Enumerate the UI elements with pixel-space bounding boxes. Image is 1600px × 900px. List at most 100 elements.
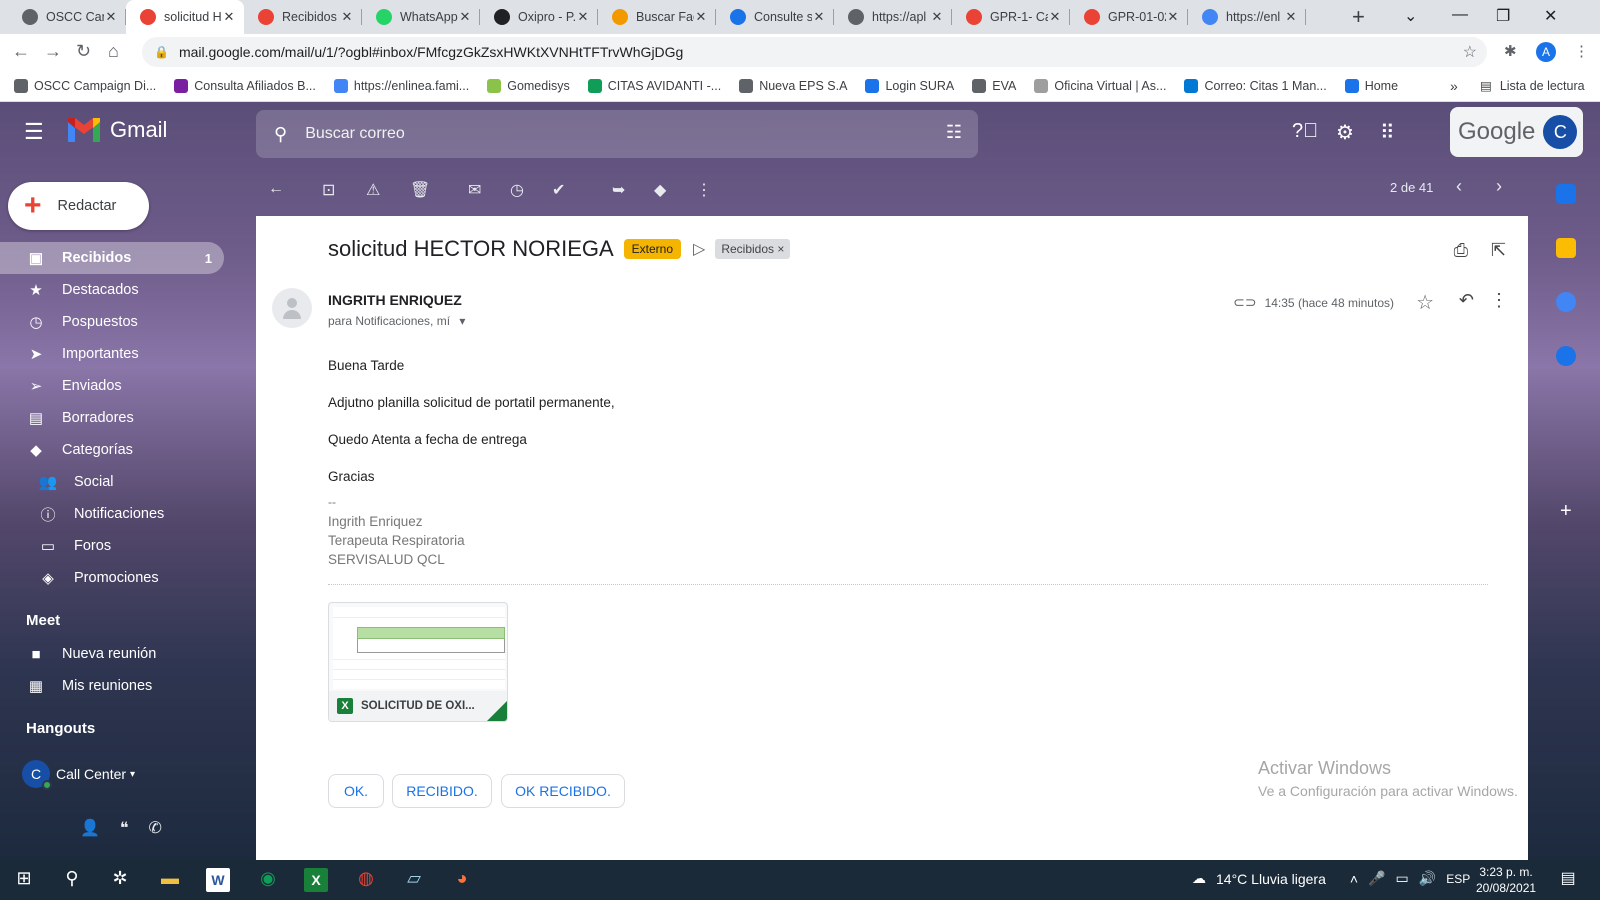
tab-close-icon[interactable]: ✕	[694, 9, 708, 25]
print-icon[interactable]: ⎙	[1454, 240, 1468, 261]
browser-menu-icon[interactable]: ⋮	[1574, 42, 1589, 60]
apps-grid-icon[interactable]: ⠿	[1380, 120, 1395, 145]
profile-avatar[interactable]: A	[1536, 42, 1556, 62]
word-icon[interactable]: W	[206, 868, 230, 892]
tab-close-icon[interactable]: ✕	[812, 9, 826, 25]
smart-reply-button[interactable]: OK.	[328, 774, 384, 808]
show-details-icon[interactable]: ▾	[459, 314, 465, 328]
notepad-icon[interactable]: ▱	[402, 868, 426, 892]
bookmark-item[interactable]: CITAS AVIDANTI -...	[587, 78, 721, 93]
browser-tab[interactable]: Oxipro - P. ✕	[480, 0, 598, 34]
search-input[interactable]	[305, 125, 866, 143]
report-spam-icon[interactable]: ⚠	[366, 180, 380, 200]
reload-icon[interactable]: ↻	[76, 41, 91, 62]
sidebar-item-social[interactable]: 👥 Social	[0, 466, 224, 498]
contacts-panel-icon[interactable]	[1556, 346, 1576, 366]
url-field[interactable]: 🔒 mail.google.com/mail/u/1/?ogbl#inbox/F…	[142, 37, 1487, 67]
extensions-icon[interactable]: ✱	[1504, 42, 1517, 60]
sidebar-item-categorías[interactable]: ◆ Categorías	[0, 434, 224, 466]
browser-tab[interactable]: solicitud H ✕	[126, 0, 244, 34]
sidebar-item-importantes[interactable]: ➤ Importantes	[0, 338, 224, 370]
calendar-icon[interactable]	[1556, 184, 1576, 204]
browser-tab[interactable]: WhatsApp ✕	[362, 0, 480, 34]
compose-button[interactable]: + Redactar	[8, 182, 149, 230]
attachment-card[interactable]: X SOLICITUD DE OXI...	[328, 602, 508, 722]
sender-name[interactable]: INGRITH ENRIQUEZ	[328, 292, 462, 308]
browser-tab[interactable]: https://enl ✕	[1188, 0, 1306, 34]
search-icon[interactable]: ⚲	[274, 124, 287, 145]
forward-icon[interactable]: →	[44, 41, 62, 62]
language-indicator[interactable]: ESP	[1446, 872, 1470, 886]
close-window-button[interactable]: ✕	[1544, 6, 1557, 26]
weather-icon[interactable]: ☁	[1192, 870, 1206, 887]
phone-icon[interactable]: ✆	[149, 818, 162, 838]
firefox-icon[interactable]: ◕	[450, 868, 474, 892]
message-more-icon[interactable]: ⋮	[1490, 290, 1508, 311]
tab-close-icon[interactable]: ✕	[1048, 9, 1062, 25]
browser-tab[interactable]: GPR-01-02 ✕	[1070, 0, 1188, 34]
tray-expand-icon[interactable]: ˄	[1350, 871, 1358, 887]
bookmark-item[interactable]: Nueva EPS S.A	[739, 78, 847, 93]
sidebar-item-pospuestos[interactable]: ◷ Pospuestos	[0, 306, 224, 338]
chrome-icon[interactable]: ◍	[354, 868, 378, 892]
restore-button[interactable]: ❐	[1496, 6, 1510, 26]
open-new-window-icon[interactable]: ⇱	[1491, 240, 1506, 261]
bookmark-item[interactable]: Correo: Citas 1 Man...	[1184, 78, 1327, 93]
volume-icon[interactable]: 🔊	[1419, 870, 1436, 887]
meet-item[interactable]: ■ Nueva reunión	[0, 638, 224, 670]
back-to-inbox-icon[interactable]: ←	[268, 180, 284, 198]
tab-close-icon[interactable]: ✕	[340, 9, 354, 25]
sidebar-item-recibidos[interactable]: ▣ Recibidos 1	[0, 242, 224, 274]
tab-close-icon[interactable]: ✕	[930, 9, 944, 25]
bookmark-item[interactable]: EVA	[972, 78, 1016, 93]
hangouts-chat-icon[interactable]: ❝	[120, 818, 129, 838]
account-avatar[interactable]: C	[1543, 115, 1578, 149]
recipients[interactable]: para Notificaciones, mí ▾	[328, 314, 465, 328]
bookmark-star-icon[interactable]: ☆	[1463, 42, 1477, 62]
browser-tab[interactable]: Recibidos ✕	[244, 0, 362, 34]
important-marker-icon[interactable]: ▷	[693, 239, 705, 259]
reply-icon[interactable]: ↶	[1459, 290, 1474, 311]
smart-reply-button[interactable]: OK RECIBIDO.	[501, 774, 625, 808]
bookmark-item[interactable]: https://enlinea.fami...	[333, 78, 469, 93]
bookmark-item[interactable]: Oficina Virtual | As...	[1034, 78, 1166, 93]
get-addons-icon[interactable]: +	[1560, 500, 1572, 523]
taskbar-search-icon[interactable]: ⚲	[60, 868, 84, 892]
system-clock[interactable]: 3:23 p. m. 20/08/2021	[1476, 864, 1536, 896]
gmail-logo[interactable]: Gmail	[66, 116, 167, 144]
hangouts-dropdown-icon[interactable]: ▾	[130, 769, 135, 780]
browser-tab[interactable]: Consulte s ✕	[716, 0, 834, 34]
help-icon[interactable]: ?⃝	[1292, 120, 1318, 143]
sidebar-item-enviados[interactable]: ➢ Enviados	[0, 370, 224, 402]
tab-close-icon[interactable]: ✕	[458, 9, 472, 25]
back-icon[interactable]: ←	[12, 41, 30, 62]
browser-tab[interactable]: Buscar Fac ✕	[598, 0, 716, 34]
lock-icon[interactable]: 🔒	[154, 45, 169, 59]
tab-search-icon[interactable]: ⌄	[1404, 6, 1417, 26]
tasks-icon[interactable]	[1556, 292, 1576, 312]
contacts-icon[interactable]: 👤	[80, 818, 100, 838]
smart-reply-button[interactable]: RECIBIDO.	[392, 774, 492, 808]
settings-gear-icon[interactable]: ⚙	[1336, 120, 1354, 145]
minimize-button[interactable]: —	[1452, 6, 1468, 24]
new-tab-button[interactable]: +	[1352, 4, 1365, 30]
file-explorer-icon[interactable]: ▬	[158, 868, 182, 892]
labels-icon[interactable]: ◆	[654, 180, 666, 200]
search-options-icon[interactable]: ☷	[946, 122, 962, 143]
tab-close-icon[interactable]: ✕	[104, 9, 118, 25]
more-bookmarks-button[interactable]: »	[1450, 78, 1458, 94]
main-menu-icon[interactable]: ☰	[24, 121, 48, 143]
mark-unread-icon[interactable]: ✉	[468, 180, 481, 200]
network-icon[interactable]: ▭	[1396, 870, 1409, 887]
browser-tab[interactable]: GPR-1- Ca ✕	[952, 0, 1070, 34]
hangouts-user[interactable]: C Call Center ▾	[22, 760, 135, 790]
tab-close-icon[interactable]: ✕	[1166, 9, 1180, 25]
bookmark-item[interactable]: Home	[1344, 78, 1398, 93]
inbox-label-chip[interactable]: Recibidos ×	[715, 239, 791, 259]
reading-list-button[interactable]: ▤ Lista de lectura	[1480, 78, 1585, 94]
bookmark-item[interactable]: Consulta Afiliados B...	[174, 78, 316, 93]
add-to-tasks-icon[interactable]: ✔	[552, 180, 565, 200]
sidebar-item-destacados[interactable]: ★ Destacados	[0, 274, 224, 306]
older-icon[interactable]: ›	[1496, 176, 1502, 197]
windows-start-icon[interactable]: ⊞	[12, 868, 36, 892]
